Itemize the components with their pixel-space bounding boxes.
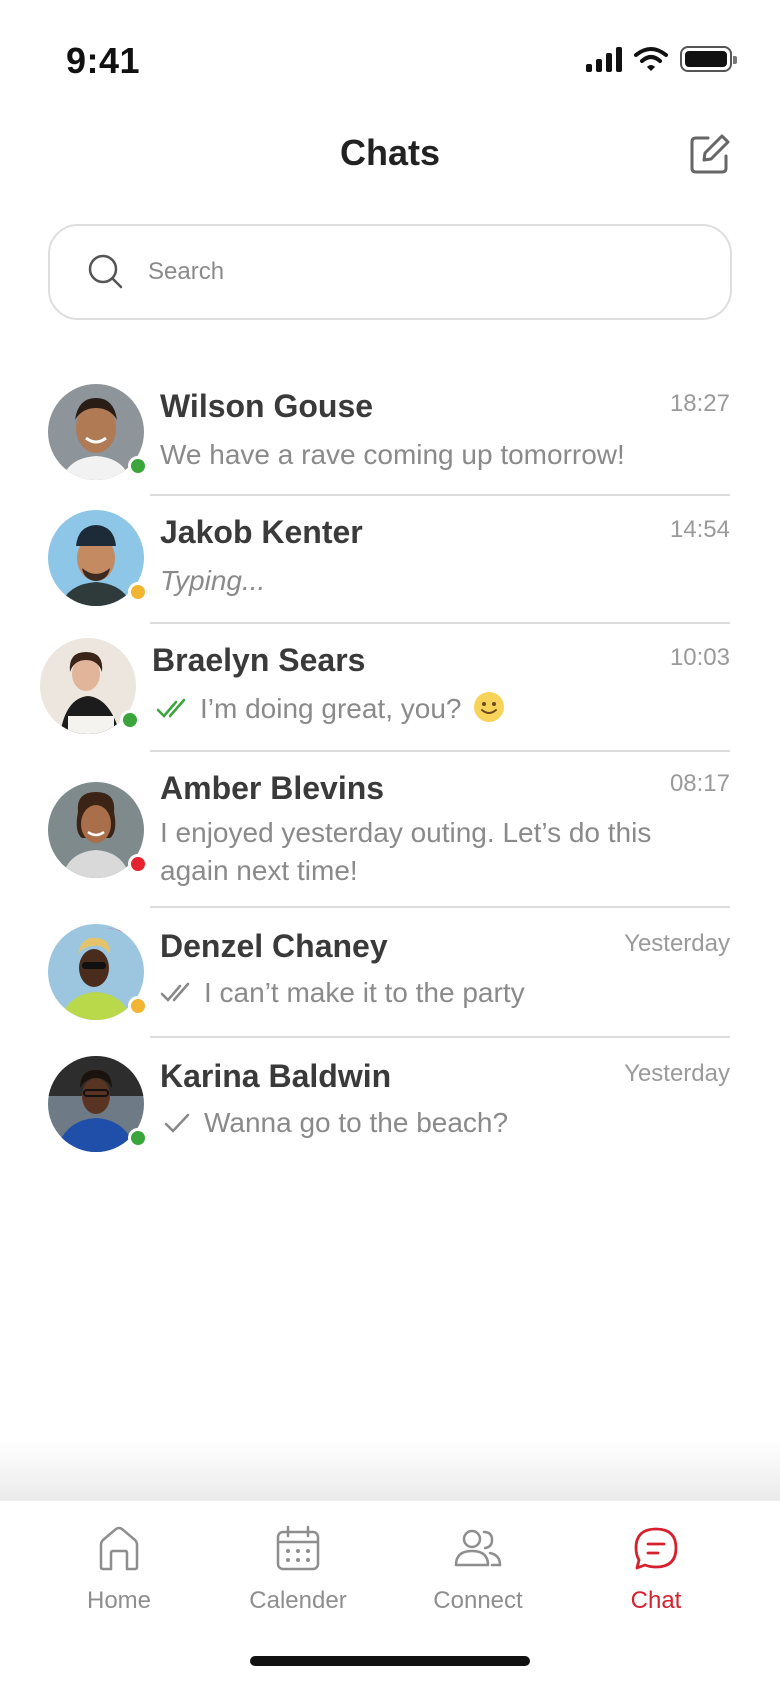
avatar-wrap [48, 782, 148, 878]
chat-name: Denzel Chaney [160, 928, 388, 964]
online-status-dot [128, 456, 148, 476]
home-icon [99, 1526, 139, 1571]
chat-preview-text: Wanna go to the beach? [204, 1107, 509, 1138]
away-status-dot [128, 582, 148, 602]
tab-label: Home [86, 1587, 152, 1614]
smiley-emoji-icon [473, 692, 504, 722]
home-indicator [250, 1656, 530, 1666]
chat-preview: Typing... [160, 562, 720, 600]
tab-label: Calender [249, 1587, 347, 1614]
online-status-dot [120, 710, 140, 730]
calendar-icon [276, 1525, 320, 1571]
busy-status-dot [128, 854, 148, 874]
typing-indicator-text: Typing... [160, 565, 266, 596]
search-icon [88, 254, 123, 289]
tab-calender[interactable]: Calender [228, 1523, 368, 1633]
chat-item-wilson-gouse[interactable]: Wilson Gouse 18:27 We have a rave coming… [0, 370, 780, 496]
avatar-wrap [48, 384, 148, 480]
header: Chats [0, 120, 780, 204]
chat-item-braelyn-sears[interactable]: Braelyn Sears 10:03 I’m doing great, you… [0, 624, 780, 752]
compose-icon[interactable] [686, 130, 734, 178]
chat-item-jakob-kenter[interactable]: Jakob Kenter 14:54 Typing... [0, 496, 780, 624]
chat-preview-text: I enjoyed yesterday outing. Let’s do thi… [160, 817, 652, 886]
chat-name: Amber Blevins [160, 770, 385, 806]
search-bar[interactable] [48, 224, 732, 320]
status-icons [586, 46, 737, 72]
status-bar: 9:41 [0, 0, 780, 120]
tab-home[interactable]: Home [49, 1523, 189, 1633]
chat-icon [634, 1527, 678, 1570]
chat-preview: I can’t make it to the party [160, 974, 720, 1012]
away-status-dot [128, 996, 148, 1016]
chat-name: Braelyn Sears [152, 642, 366, 678]
status-time: 9:41 [66, 40, 141, 81]
chat-preview: I enjoyed yesterday outing. Let’s do thi… [160, 814, 720, 890]
chat-time: 18:27 [669, 390, 730, 417]
chat-preview-text: We have a rave coming up tomorrow! [160, 439, 625, 470]
chat-name: Karina Baldwin [160, 1058, 392, 1094]
tab-label: Connect [433, 1587, 523, 1614]
chat-preview-text: I can’t make it to the party [204, 977, 525, 1008]
check-sent-icon [164, 1113, 190, 1133]
avatar-wrap [48, 1056, 148, 1152]
avatar-wrap [48, 924, 148, 1020]
chat-preview: Wanna go to the beach? [160, 1104, 720, 1142]
tab-label: Chat [630, 1587, 682, 1614]
chat-item-karina-baldwin[interactable]: Karina Baldwin Yesterday Wanna go to the… [0, 1038, 780, 1166]
online-status-dot [128, 1128, 148, 1148]
tab-bar-shadow [0, 1440, 780, 1500]
chat-time: Yesterday [624, 930, 730, 957]
chat-time: 08:17 [669, 770, 730, 797]
chat-name: Wilson Gouse [160, 388, 374, 424]
double-check-read-icon [156, 698, 186, 718]
search-input[interactable] [148, 258, 668, 286]
chat-item-amber-blevins[interactable]: Amber Blevins 08:17 I enjoyed yesterday … [0, 752, 780, 908]
chat-time: 14:54 [669, 516, 730, 543]
chat-time: 10:03 [669, 644, 730, 671]
wifi-icon [634, 47, 668, 71]
chat-item-denzel-chaney[interactable]: Denzel Chaney Yesterday I can’t make it … [0, 908, 780, 1038]
connect-icon [454, 1529, 502, 1567]
battery-icon [680, 46, 737, 72]
signal-icon [586, 46, 622, 72]
tab-chat[interactable]: Chat [586, 1523, 726, 1633]
chat-list: Wilson Gouse 18:27 We have a rave coming… [0, 370, 780, 1166]
tab-connect[interactable]: Connect [408, 1523, 548, 1633]
chat-time: Yesterday [624, 1060, 730, 1087]
chat-preview: I’m doing great, you? [156, 690, 716, 728]
double-check-sent-icon [160, 982, 190, 1002]
page-title: Chats [339, 132, 441, 173]
chat-preview-text: I’m doing great, you? [200, 693, 462, 724]
chat-name: Jakob Kenter [160, 514, 363, 550]
chat-preview: We have a rave coming up tomorrow! [160, 436, 720, 474]
avatar-wrap [48, 510, 148, 606]
avatar-wrap [40, 638, 140, 734]
